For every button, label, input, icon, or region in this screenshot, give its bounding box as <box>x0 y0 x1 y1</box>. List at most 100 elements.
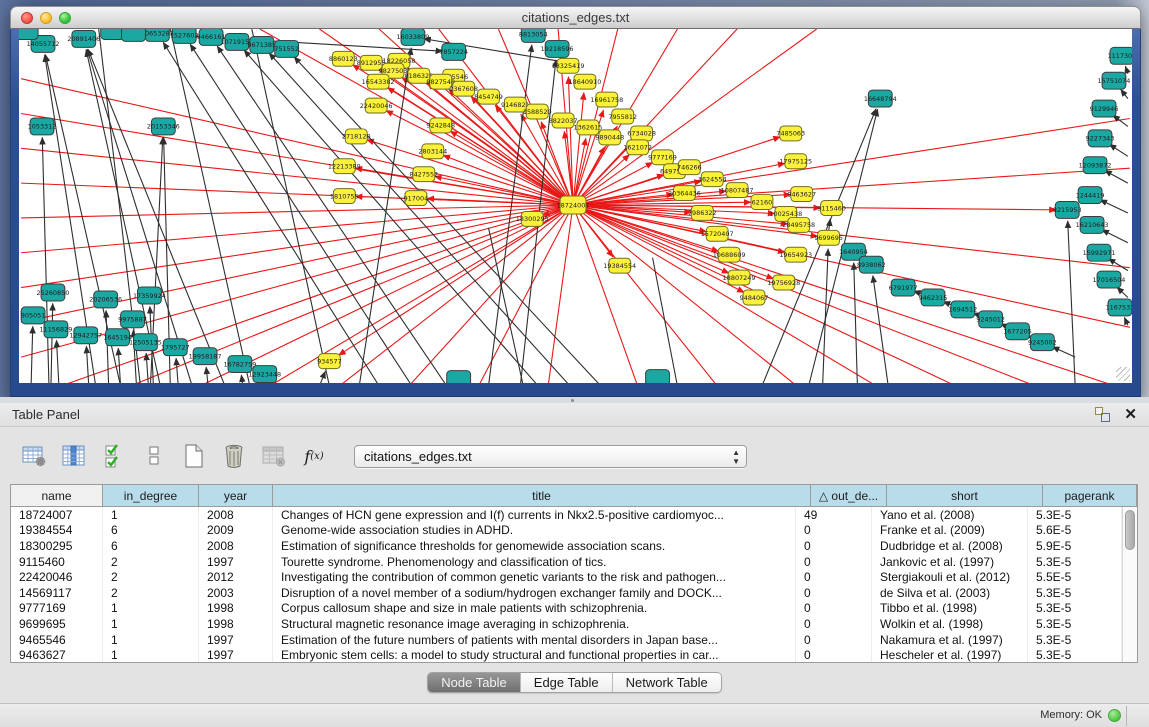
table-cell: 2003 <box>199 585 273 601</box>
column-header-short[interactable]: short <box>887 485 1043 506</box>
function-builder-icon[interactable]: f(x) <box>300 442 328 470</box>
table-row[interactable]: 969969511998Structural magnetic resonanc… <box>11 616 1122 632</box>
graph-edge[interactable] <box>854 263 858 383</box>
graph-node-label: 16543382 <box>362 78 395 86</box>
graph-edge[interactable] <box>653 258 678 383</box>
show-column-icon[interactable] <box>60 442 88 470</box>
table-settings-icon[interactable] <box>20 442 48 470</box>
column-header-pagerank[interactable]: pagerank <box>1043 485 1137 506</box>
row-height-icon[interactable] <box>140 442 168 470</box>
table-cell: 14569117 <box>11 585 103 601</box>
graph-edge[interactable] <box>573 205 1115 383</box>
column-header-out_de[interactable]: △ out_de... <box>811 485 887 506</box>
zoom-window-button[interactable] <box>59 12 71 24</box>
table-cell: Corpus callosum shape and size in male p… <box>273 601 796 617</box>
table-row[interactable]: 977716911998Corpus callosum shape and si… <box>11 601 1122 617</box>
graph-node[interactable] <box>101 29 125 39</box>
column-header-title[interactable]: title <box>273 485 811 506</box>
table-select-dropdown[interactable]: citations_edges.txt ▲▼ <box>354 445 747 468</box>
column-header-year[interactable]: year <box>199 485 273 506</box>
graph-node[interactable] <box>19 29 38 39</box>
graph-edge[interactable] <box>359 48 411 383</box>
graph-edge[interactable] <box>21 148 573 205</box>
graph-node-label: 8912955 <box>357 59 386 67</box>
graph-node-label: 2367608 <box>449 85 478 93</box>
graph-edge[interactable] <box>21 205 573 288</box>
graph-node-label: 10807487 <box>721 186 754 194</box>
graph-edge[interactable] <box>206 367 208 383</box>
graph-node-label: 9975887 <box>118 316 147 324</box>
graph-edge[interactable] <box>106 310 109 383</box>
graph-edge[interactable] <box>1068 221 1075 383</box>
graph-edge[interactable] <box>548 205 573 383</box>
graph-node-label: 12213389 <box>328 163 361 171</box>
graph-edge[interactable] <box>1105 170 1128 183</box>
table-row[interactable]: 1872400712008Changes of HCN gene express… <box>11 507 1122 523</box>
table-row[interactable]: 1830029562008Estimation of significance … <box>11 538 1122 554</box>
column-header-name[interactable]: name <box>11 485 103 506</box>
minimize-window-button[interactable] <box>40 12 52 24</box>
graph-edge[interactable] <box>170 29 250 383</box>
new-table-icon[interactable] <box>180 442 208 470</box>
graph-edge[interactable] <box>1124 317 1128 325</box>
memory-status-indicator <box>1108 709 1121 722</box>
graph-node-label: 9777169 <box>648 154 677 162</box>
graph-edge[interactable] <box>319 371 325 383</box>
network-graph[interactable]: 8860123891295518226058982750316543382818… <box>19 29 1132 383</box>
graph-edge[interactable] <box>1121 89 1128 98</box>
network-canvas[interactable]: 8860123891295518226058982750316543382818… <box>19 29 1132 383</box>
table-row[interactable]: 946554611997Estimation of the future num… <box>11 632 1122 648</box>
tab-node-table[interactable]: Node Table <box>428 673 521 692</box>
table-tabs-row: Node TableEdge TableNetwork Table <box>0 672 1149 693</box>
graph-edge[interactable] <box>573 168 1130 205</box>
tab-network-table[interactable]: Network Table <box>613 673 721 692</box>
graph-edge[interactable] <box>146 353 148 383</box>
delete-table-icon[interactable] <box>220 442 248 470</box>
tab-edge-table[interactable]: Edge Table <box>521 673 613 692</box>
graph-node-label: 1588520 <box>523 108 552 116</box>
graph-node-label: 7857224 <box>439 48 468 56</box>
scrollbar-thumb[interactable] <box>1125 510 1135 550</box>
select-columns-icon[interactable] <box>100 442 128 470</box>
graph-node-label: 9699695 <box>814 234 843 242</box>
table-row[interactable]: 946362711997Embryonic stem cells: a mode… <box>11 647 1122 662</box>
table-row[interactable]: 911546021997Tourette syndrome. Phenomeno… <box>11 554 1122 570</box>
graph-edge[interactable] <box>217 46 447 383</box>
desktop-area: citations_edges.txt 88601238912955182260… <box>0 0 1149 403</box>
table-cell: Franke et al. (2009) <box>872 523 1028 539</box>
table-row[interactable]: 2242004622012Investigating the contribut… <box>11 569 1122 585</box>
graph-edge[interactable] <box>86 346 88 383</box>
graph-node-label: 1621072 <box>623 144 652 152</box>
graph-edge[interactable] <box>1125 66 1128 74</box>
graph-edge[interactable] <box>339 205 573 383</box>
close-panel-icon[interactable]: ✕ <box>1124 407 1137 422</box>
graph-edge[interactable] <box>1100 200 1128 213</box>
close-window-button[interactable] <box>21 12 33 24</box>
graph-edge[interactable] <box>1108 259 1128 271</box>
graph-edge[interactable] <box>1117 287 1128 297</box>
graph-node-label: 22420046 <box>360 102 393 110</box>
graph-node[interactable] <box>122 29 146 41</box>
resize-grip[interactable] <box>1116 367 1130 381</box>
graph-node-label: 8860123 <box>329 55 358 63</box>
graph-edge[interactable] <box>873 276 888 383</box>
graph-edge[interactable] <box>21 205 573 218</box>
graph-edge[interactable] <box>1102 230 1128 243</box>
graph-edge[interactable] <box>1052 347 1075 357</box>
float-panel-icon[interactable] <box>1095 407 1110 422</box>
graph-node[interactable] <box>447 371 471 383</box>
graph-edge[interactable] <box>176 358 178 383</box>
table-row[interactable]: 1938455462009Genome-wide association stu… <box>11 523 1122 539</box>
vertical-scrollbar[interactable] <box>1122 507 1137 662</box>
window-titlebar[interactable]: citations_edges.txt <box>10 6 1141 29</box>
graph-node-label: 9462315 <box>919 294 948 302</box>
graph-node[interactable] <box>646 370 670 383</box>
column-header-in_degree[interactable]: in_degree <box>103 485 199 506</box>
graph-node-label: 15751074 <box>1098 77 1131 85</box>
graph-edge[interactable] <box>1109 144 1128 156</box>
graph-edge[interactable] <box>241 375 243 383</box>
graph-edge[interactable] <box>823 249 829 383</box>
graph-edge[interactable] <box>42 137 49 383</box>
table-row[interactable]: 1456911722003Disruption of a novel membe… <box>11 585 1122 601</box>
graph-edge[interactable] <box>270 205 573 383</box>
